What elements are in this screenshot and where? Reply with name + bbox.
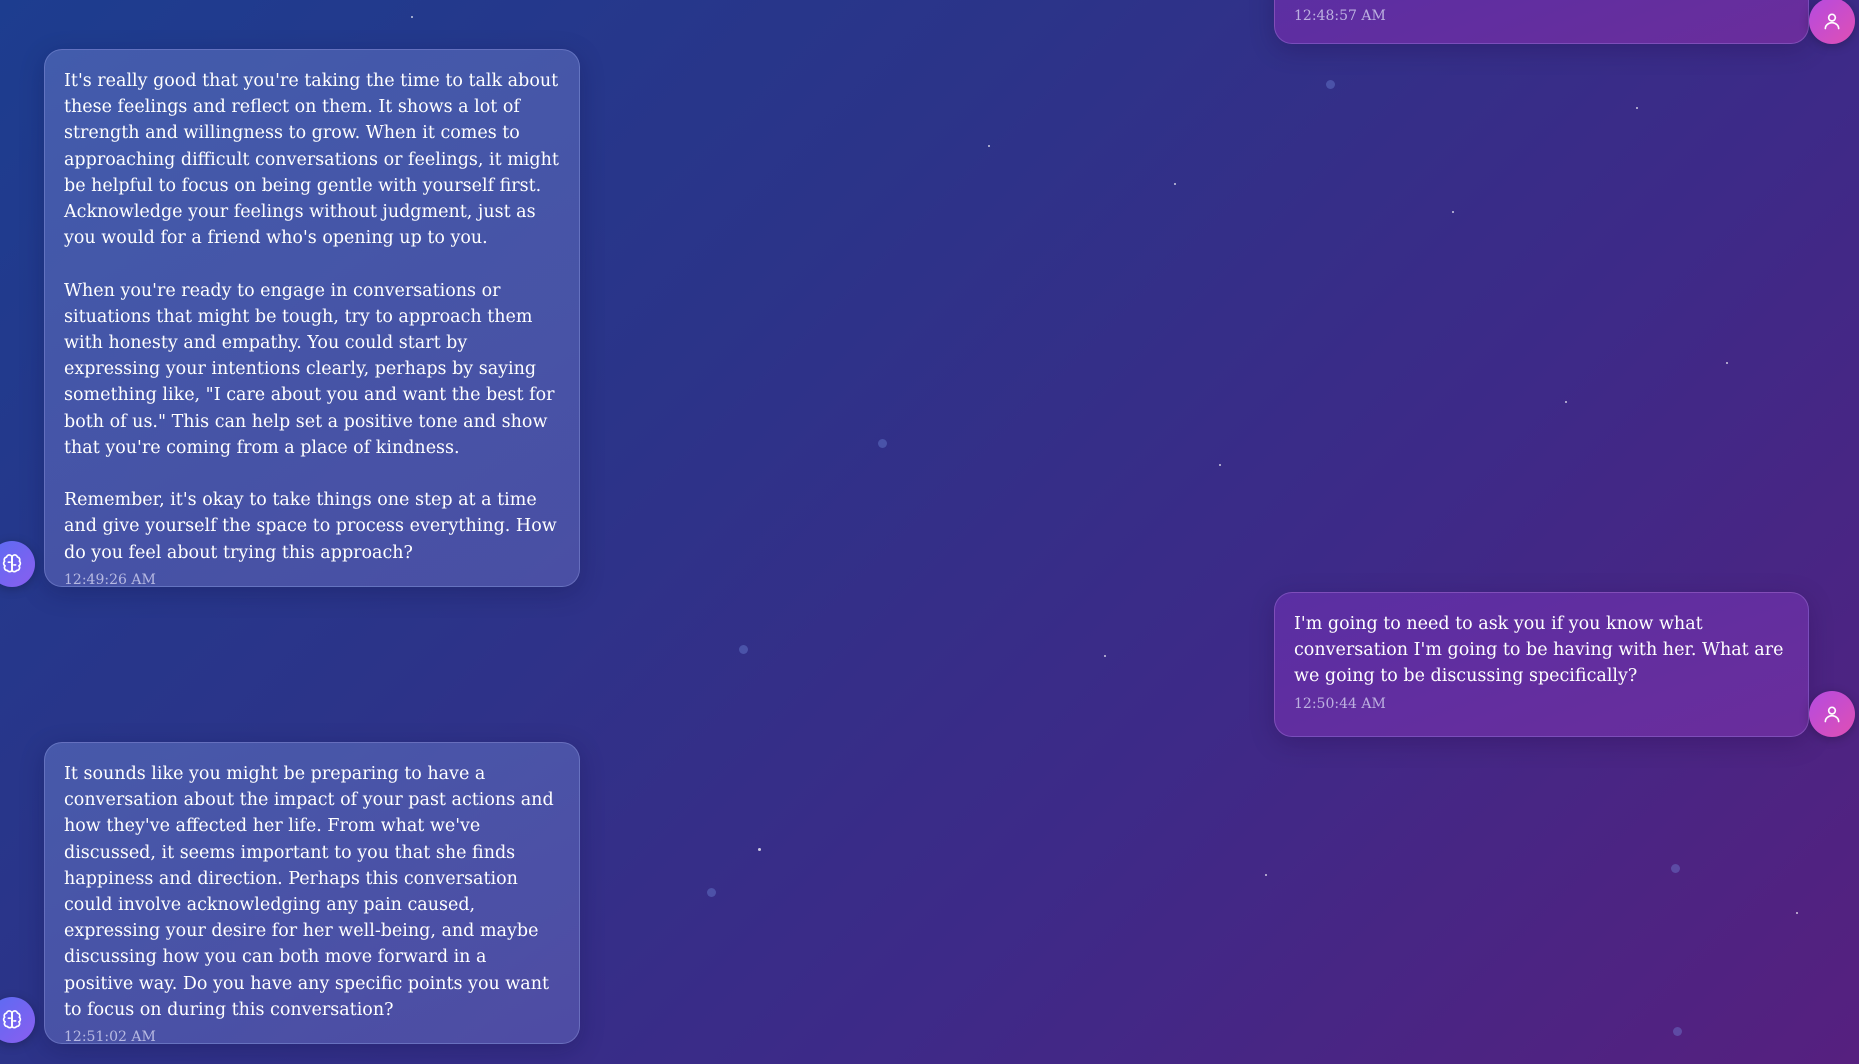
message-timestamp: 12:49:26 AM <box>64 571 156 588</box>
message-text: It's really good that you're taking the … <box>64 71 559 563</box>
message-text: It sounds like you might be preparing to… <box>64 764 560 1020</box>
assistant-avatar <box>0 541 35 587</box>
user-avatar <box>1809 691 1855 737</box>
assistant-message: It sounds like you might be preparing to… <box>44 742 580 1046</box>
user-icon <box>1824 13 1840 30</box>
message-text: I'm going to need to ask you if you know… <box>1294 614 1790 687</box>
assistant-avatar <box>0 997 35 1043</box>
message-timestamp: 12:48:57 AM <box>1294 8 1386 24</box>
user-message: 12:48:57 AM <box>1274 0 1809 44</box>
user-message: I'm going to need to ask you if you know… <box>1274 592 1809 737</box>
assistant-message: It's really good that you're taking the … <box>44 49 580 588</box>
message-timestamp: 12:51:02 AM <box>64 1029 156 1046</box>
message-timestamp: 12:50:44 AM <box>1294 695 1386 712</box>
brain-icon <box>2 1010 22 1029</box>
user-avatar <box>1809 0 1855 44</box>
brain-icon <box>2 554 22 573</box>
user-icon <box>1824 706 1840 723</box>
